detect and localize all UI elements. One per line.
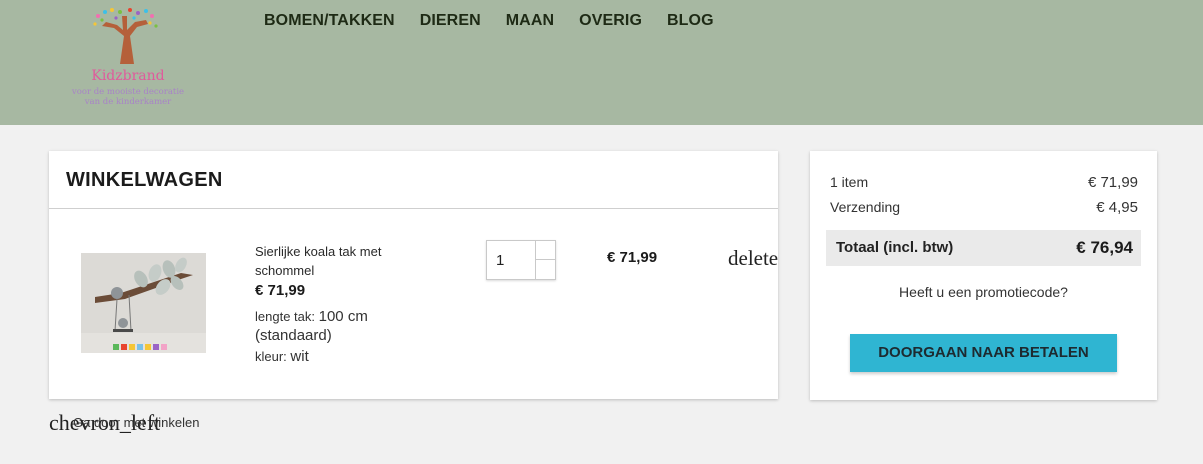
site-header: Kidzbrand voor de mooiste decoratie van … xyxy=(0,0,1203,125)
brand-tagline-line1: voor de mooiste decoratie xyxy=(71,87,185,97)
product-attribute-length: lengte tak: 100 cm (standaard) xyxy=(255,307,415,345)
product-price: € 71,99 xyxy=(255,282,306,299)
summary-total-value: € 76,94 xyxy=(1076,238,1133,257)
quantity-increase-icon[interactable] xyxy=(535,241,555,260)
product-attribute-color: kleur: wit xyxy=(255,347,309,366)
nav-item-overig[interactable]: OVERIG xyxy=(579,12,642,30)
checkout-button[interactable]: DOORGAAN NAAR BETALEN xyxy=(850,334,1117,372)
promo-code-link[interactable]: Heeft u een promotiecode? xyxy=(810,284,1157,300)
quantity-input[interactable] xyxy=(487,241,535,279)
continue-shopping-link[interactable]: chevron_left Ga door met winkelen xyxy=(49,410,229,438)
summary-items-label: 1 item xyxy=(830,174,869,190)
summary-total-row: Totaal (incl. btw) € 76,94 xyxy=(826,230,1141,266)
summary-items-row: 1 item € 71,99 xyxy=(830,174,1138,191)
cart-divider xyxy=(49,208,778,209)
cart-title: WINKELWAGEN xyxy=(66,169,223,191)
line-total: € 71,99 xyxy=(607,249,658,266)
nav-item-maan[interactable]: MAAN xyxy=(506,12,554,30)
nav-item-dieren[interactable]: DIEREN xyxy=(420,12,481,30)
summary-items-value: € 71,99 xyxy=(1087,174,1138,191)
brand-tagline-line2: van de kinderkamer xyxy=(84,97,172,107)
product-name[interactable]: Sierlijke koala tak met schommel xyxy=(255,242,415,280)
summary-total-label: Totaal (incl. btw) xyxy=(836,239,954,256)
product-image[interactable] xyxy=(81,253,206,353)
nav-item-bomen-takken[interactable]: BOMEN/TAKKEN xyxy=(264,12,395,30)
tree-logo-icon xyxy=(93,8,158,64)
summary-shipping-label: Verzending xyxy=(830,199,901,215)
main-nav: BOMEN/TAKKEN DIEREN MAAN OVERIG BLOG xyxy=(264,12,739,30)
quantity-decrease-icon[interactable] xyxy=(535,260,555,279)
attribute-label: lengte tak: xyxy=(255,309,315,324)
cart-panel: WINKELWAGEN Sierlijke koala tak met scho… xyxy=(49,151,778,399)
brand-name: Kidzbrand xyxy=(91,68,165,84)
attribute-label: kleur: xyxy=(255,349,287,364)
continue-shopping-label: Ga door met winkelen xyxy=(73,415,200,430)
order-summary: 1 item € 71,99 Verzending € 4,95 Totaal … xyxy=(810,151,1157,400)
summary-shipping-row: Verzending € 4,95 xyxy=(830,199,1138,216)
summary-shipping-value: € 4,95 xyxy=(1096,199,1138,216)
koala-branch-product-icon xyxy=(81,253,206,353)
brand-tagline: voor de mooiste decoratie van de kinderk… xyxy=(60,87,196,107)
quantity-stepper xyxy=(486,240,556,280)
attribute-value: wit xyxy=(290,348,309,365)
nav-item-blog[interactable]: BLOG xyxy=(667,12,714,30)
logo[interactable]: Kidzbrand voor de mooiste decoratie van … xyxy=(60,6,200,110)
delete-icon[interactable]: delete xyxy=(728,246,778,271)
